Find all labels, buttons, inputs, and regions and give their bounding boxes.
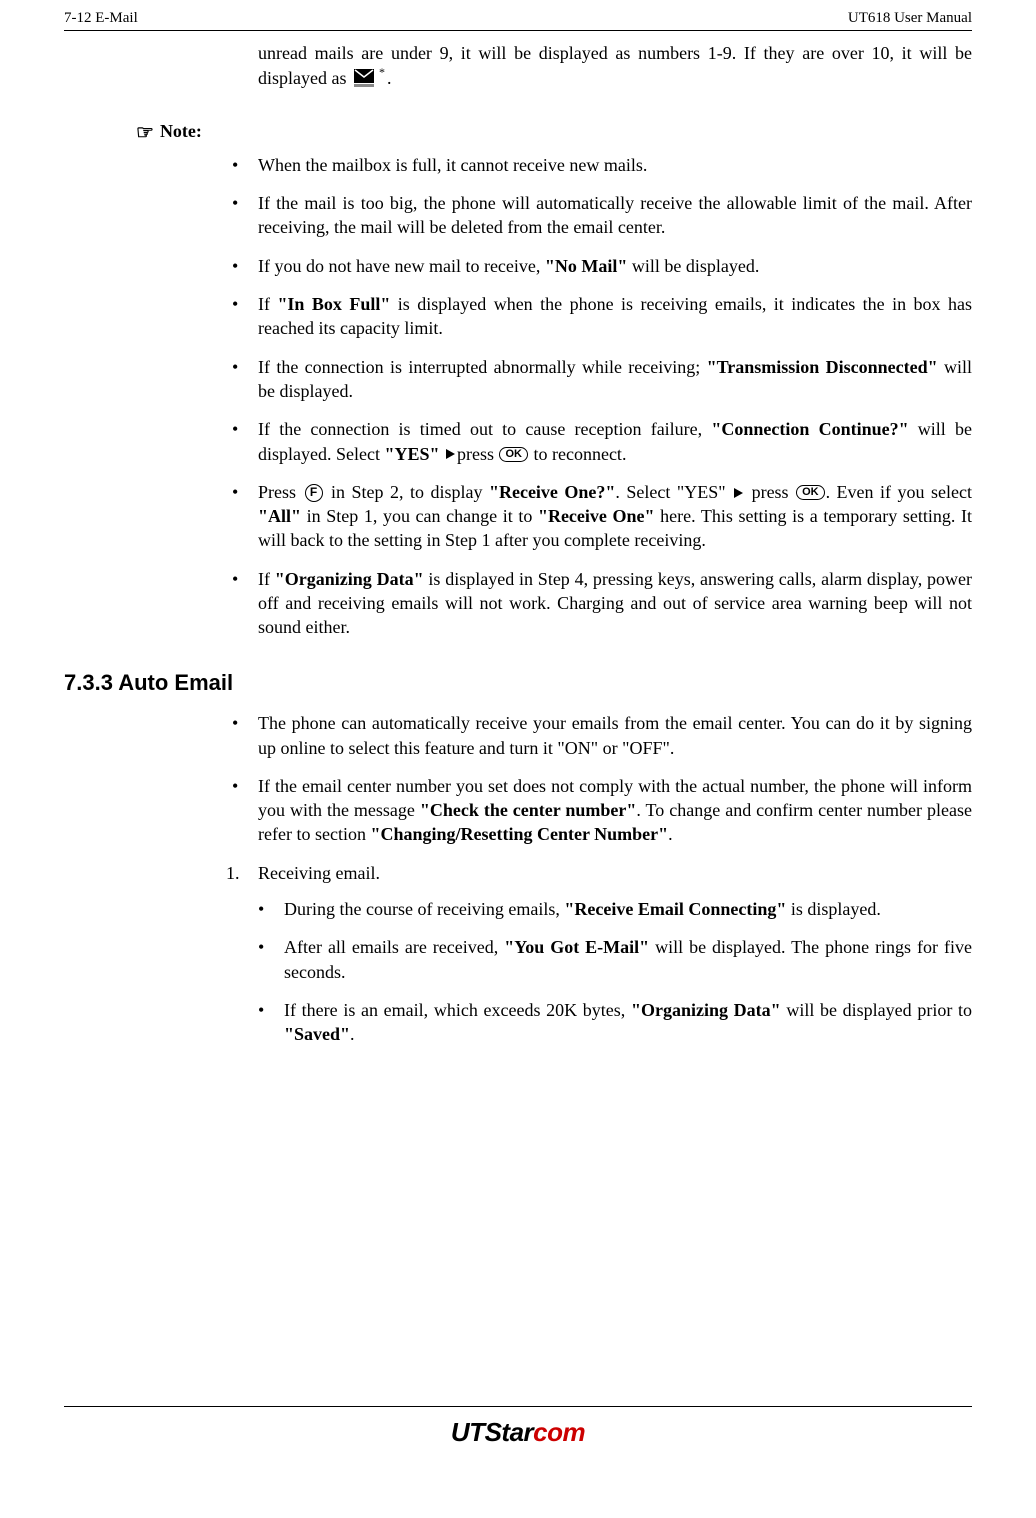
text: If there is an email, which exceeds 20K … [284,1000,631,1020]
text [439,444,444,464]
note-item: If the connection is interrupted abnorma… [222,355,972,404]
utstarcom-logo: UTStarcom [0,1415,1036,1450]
note-item: If the mail is too big, the phone will a… [222,191,972,240]
intro-text-post: . [387,68,392,88]
hand-point-right-icon: ☞ [136,120,154,147]
text: . Select "YES" [615,482,732,502]
logo-ut: UT [451,1417,485,1447]
text: . [350,1024,355,1044]
bold-text: "Saved" [284,1024,350,1044]
text: If the connection is interrupted abnorma… [258,357,707,377]
text: The phone can automatically receive your… [258,713,972,757]
triangle-right-icon [446,449,455,459]
note-item: If "In Box Full" is displayed when the p… [222,292,972,341]
section-bullets: The phone can automatically receive your… [222,711,972,846]
note-heading: ☞ Note: [136,118,972,145]
text: Press [258,482,303,502]
text: in Step 1, you can change it to [301,506,538,526]
note-list: When the mailbox is full, it cannot rece… [222,153,972,640]
note-item: When the mailbox is full, it cannot rece… [222,153,972,177]
ok-button-icon: OK [499,447,528,462]
section-bullet-item: If the email center number you set does … [222,774,972,847]
svg-text:*: * [379,66,385,79]
text: press [457,444,499,464]
bold-text: "Transmission Disconnected" [707,357,938,377]
bold-text: "Receive One?" [489,482,615,502]
numbered-text: Receiving email. [258,863,380,883]
header-right: UT618 User Manual [848,8,972,28]
note-item: If you do not have new mail to receive, … [222,254,972,278]
bold-text: "You Got E-Mail" [504,937,649,957]
text: will be displayed prior to [781,1000,972,1020]
text: If the mail is too big, the phone will a… [258,193,972,237]
note-label: Note: [160,121,202,141]
text: If you do not have new mail to receive, [258,256,545,276]
text: . Even if you select [826,482,972,502]
section-numbered: 1. Receiving email. [222,861,972,885]
sub-bullet-item: After all emails are received, "You Got … [248,935,972,984]
mail-asterisk-icon: * [353,66,385,90]
bold-text: "Receive One" [538,506,655,526]
note-item: If the connection is timed out to cause … [222,417,972,466]
bold-text: "Organizing Data" [631,1000,781,1020]
ok-button-icon: OK [796,485,825,500]
text: If [258,294,277,314]
list-number: 1. [226,861,240,885]
bold-text: "Receive Email Connecting" [564,899,786,919]
numbered-item: 1. Receiving email. [222,861,972,885]
sub-bullet-item: During the course of receiving emails, "… [248,897,972,921]
page-header: 7-12 E-Mail UT618 User Manual [64,8,972,31]
text: press [745,482,795,502]
logo-com: com [533,1417,585,1447]
bold-text: "In Box Full" [277,294,390,314]
text: in Step 2, to display [325,482,489,502]
bold-text: "All" [258,506,301,526]
text: During the course of receiving emails, [284,899,564,919]
logo-star: Star [485,1417,534,1447]
intro-paragraph: unread mails are under 9, it will be dis… [258,41,972,90]
bold-text: "Organizing Data" [275,569,424,589]
text: If the connection is timed out to cause … [258,419,711,439]
header-left: 7-12 E-Mail [64,8,138,28]
bold-text: "Connection Continue?" [711,419,908,439]
bold-text: "Changing/Resetting Center Number" [370,824,668,844]
bold-text: "Check the center number" [420,800,637,820]
section-sub-bullets: During the course of receiving emails, "… [248,897,972,1046]
section-bullet-item: The phone can automatically receive your… [222,711,972,760]
text: After all emails are received, [284,937,504,957]
sub-bullet-item: If there is an email, which exceeds 20K … [248,998,972,1047]
note-item: If "Organizing Data" is displayed in Ste… [222,567,972,640]
text: . [668,824,673,844]
section-heading: 7.3.3 Auto Email [64,668,972,698]
text: When the mailbox is full, it cannot rece… [258,155,647,175]
f-button-icon: F [305,484,323,502]
text: If [258,569,275,589]
footer-rule [64,1406,972,1407]
text: to reconnect. [529,444,626,464]
triangle-right-icon [734,488,743,498]
page: 7-12 E-Mail UT618 User Manual unread mai… [0,0,1036,1460]
text: is displayed. [786,899,881,919]
note-item: Press F in Step 2, to display "Receive O… [222,480,972,553]
text: will be displayed. [627,256,759,276]
bold-text: "YES" [384,444,439,464]
page-footer: UTStarcom [0,1406,1036,1450]
bold-text: "No Mail" [545,256,627,276]
